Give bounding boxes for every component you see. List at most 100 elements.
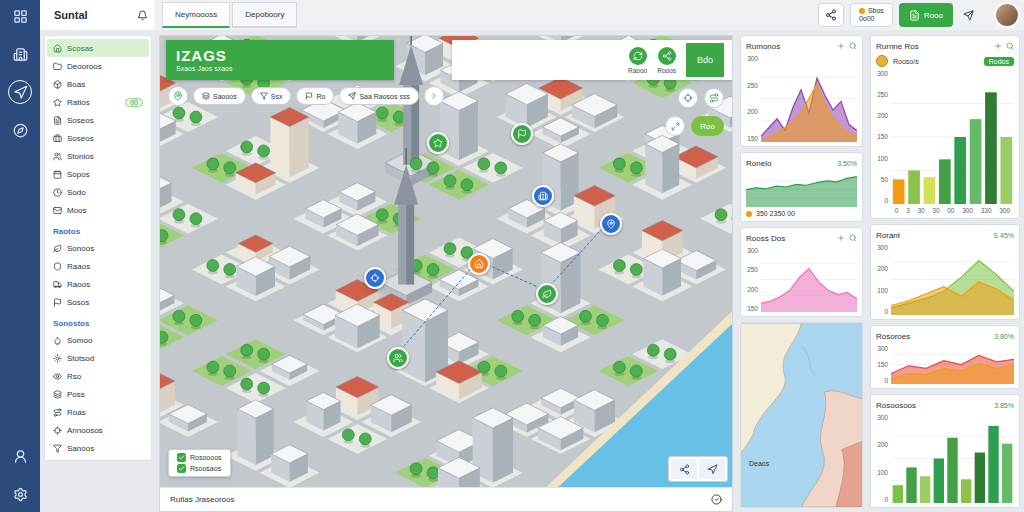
coin-icon <box>876 55 888 67</box>
sidebar-item[interactable]: Soseos <box>47 129 149 147</box>
share-button[interactable] <box>818 3 844 27</box>
legend-item[interactable]: Rosoooos <box>177 453 222 462</box>
filter-chip[interactable]: Ro <box>296 87 334 105</box>
card-title: Rumonos <box>746 42 780 51</box>
search-icon[interactable] <box>1006 42 1014 50</box>
sidebar-item[interactable]: Sanoos <box>47 439 149 457</box>
status-chip[interactable]: Sbos0o00 <box>850 3 893 27</box>
sidebar-item[interactable]: Stotsod <box>47 349 149 367</box>
sidebar-item[interactable]: Annoosos <box>47 421 149 439</box>
sidebar-item[interactable]: Sonoos <box>47 239 149 257</box>
tab[interactable]: Neymoooss <box>162 2 230 28</box>
legend-item[interactable]: Rsoosaos <box>177 464 222 473</box>
sidebar-item[interactable]: Stonios <box>47 147 149 165</box>
sidebar-item[interactable]: Soseos <box>47 111 149 129</box>
filter-chip[interactable]: Saa Raosos sss <box>339 87 419 105</box>
sidebar-item[interactable]: Sosos <box>47 293 149 311</box>
axis-tick: 250 <box>876 91 888 98</box>
card-actions <box>837 234 857 242</box>
building <box>306 392 340 430</box>
chart-plot <box>891 70 1014 204</box>
map-pin[interactable] <box>468 253 490 275</box>
tab[interactable]: Depoboory <box>232 2 297 28</box>
axis-tick: 3 <box>906 207 910 214</box>
search-icon[interactable] <box>849 234 857 242</box>
map-tool[interactable]: Rooos <box>657 47 676 74</box>
navigate-button[interactable] <box>699 459 725 479</box>
map-tool[interactable]: Raooo <box>628 47 647 74</box>
building <box>236 257 275 296</box>
rail-button[interactable] <box>8 4 32 28</box>
confirm-icon[interactable] <box>711 494 722 505</box>
app-logo: Suntal <box>40 0 154 30</box>
checkbox[interactable] <box>177 453 186 462</box>
map-pin[interactable] <box>427 132 449 154</box>
map-pin[interactable] <box>511 123 533 145</box>
sidebar-item[interactable]: Sopos <box>47 165 149 183</box>
card-title: Rorant <box>876 231 900 240</box>
sidebar-item[interactable]: Raaos <box>47 257 149 275</box>
rail-button[interactable] <box>8 80 32 104</box>
tree <box>224 263 236 278</box>
chart-card: Rooss Dos300250200150 <box>740 227 863 317</box>
map-tag[interactable]: Roo <box>691 116 724 136</box>
layers-button[interactable] <box>168 86 188 106</box>
plus-icon[interactable] <box>994 42 1002 50</box>
building <box>339 183 375 211</box>
sidebar-item[interactable]: Ratios00 <box>47 93 149 111</box>
plus-icon[interactable] <box>837 42 845 50</box>
checkbox[interactable] <box>177 464 186 473</box>
city-map-drawing[interactable] <box>160 36 732 487</box>
chart-series <box>891 261 1014 315</box>
map-pin[interactable] <box>387 347 409 369</box>
map-pin[interactable] <box>364 267 386 289</box>
send-icon[interactable] <box>959 10 978 21</box>
expand-button[interactable] <box>665 116 685 136</box>
tree <box>190 314 202 329</box>
chart-series <box>761 78 857 142</box>
filter-chip[interactable]: Rooso/s <box>893 58 979 65</box>
sidebar-item[interactable]: Rso <box>47 367 149 385</box>
primary-button[interactable]: Rooo <box>899 3 953 27</box>
sidebar-item[interactable]: Poss <box>47 385 149 403</box>
route-button[interactable] <box>704 88 724 108</box>
sidebar-item[interactable]: Moos <box>47 201 149 219</box>
sidebar-item[interactable]: Roas <box>47 403 149 421</box>
map-pin[interactable] <box>536 283 558 305</box>
tree <box>410 158 422 173</box>
plus-icon[interactable] <box>837 234 845 242</box>
filter-chip[interactable]: Ssx <box>251 87 292 105</box>
map-badge[interactable]: Bdo <box>686 43 724 77</box>
sidebar-item[interactable]: Scosas <box>47 39 149 57</box>
rail-button[interactable] <box>8 444 32 468</box>
search-icon[interactable] <box>849 42 857 50</box>
sidebar-item[interactable]: Deooroos <box>47 57 149 75</box>
rail-button[interactable] <box>8 482 32 506</box>
item-icon <box>53 62 62 71</box>
filter-badge[interactable]: Rodos <box>984 57 1014 66</box>
sidebar-item[interactable]: Boas <box>47 75 149 93</box>
plot-area <box>761 55 857 142</box>
sidebar-item[interactable]: Somoo <box>47 331 149 349</box>
sidebar-item[interactable]: Raoos <box>47 275 149 293</box>
map-pin[interactable] <box>532 185 554 207</box>
mini-map[interactable]: Deaos <box>741 323 862 507</box>
rail-button[interactable] <box>8 118 32 142</box>
map-pin[interactable] <box>600 213 622 235</box>
filter-chip[interactable]: Saooos <box>193 87 246 105</box>
bell-icon[interactable] <box>137 10 148 21</box>
chip-icon <box>348 92 356 100</box>
chart-bar <box>1002 444 1012 503</box>
next-button[interactable] <box>424 86 444 106</box>
sidebar-item[interactable]: Sodo <box>47 183 149 201</box>
rail-button[interactable] <box>8 42 32 66</box>
tree <box>444 175 456 190</box>
plot-area <box>891 345 1014 384</box>
building <box>335 304 380 348</box>
map-view[interactable]: IZAGSSxaos Jaos sxaosSaooosSsxRoSaa Raos… <box>160 36 732 487</box>
rail-icon <box>13 47 28 62</box>
item-icon <box>53 280 62 289</box>
share-button[interactable] <box>671 459 697 479</box>
user-avatar[interactable] <box>994 2 1020 28</box>
locate-button[interactable] <box>678 88 698 108</box>
